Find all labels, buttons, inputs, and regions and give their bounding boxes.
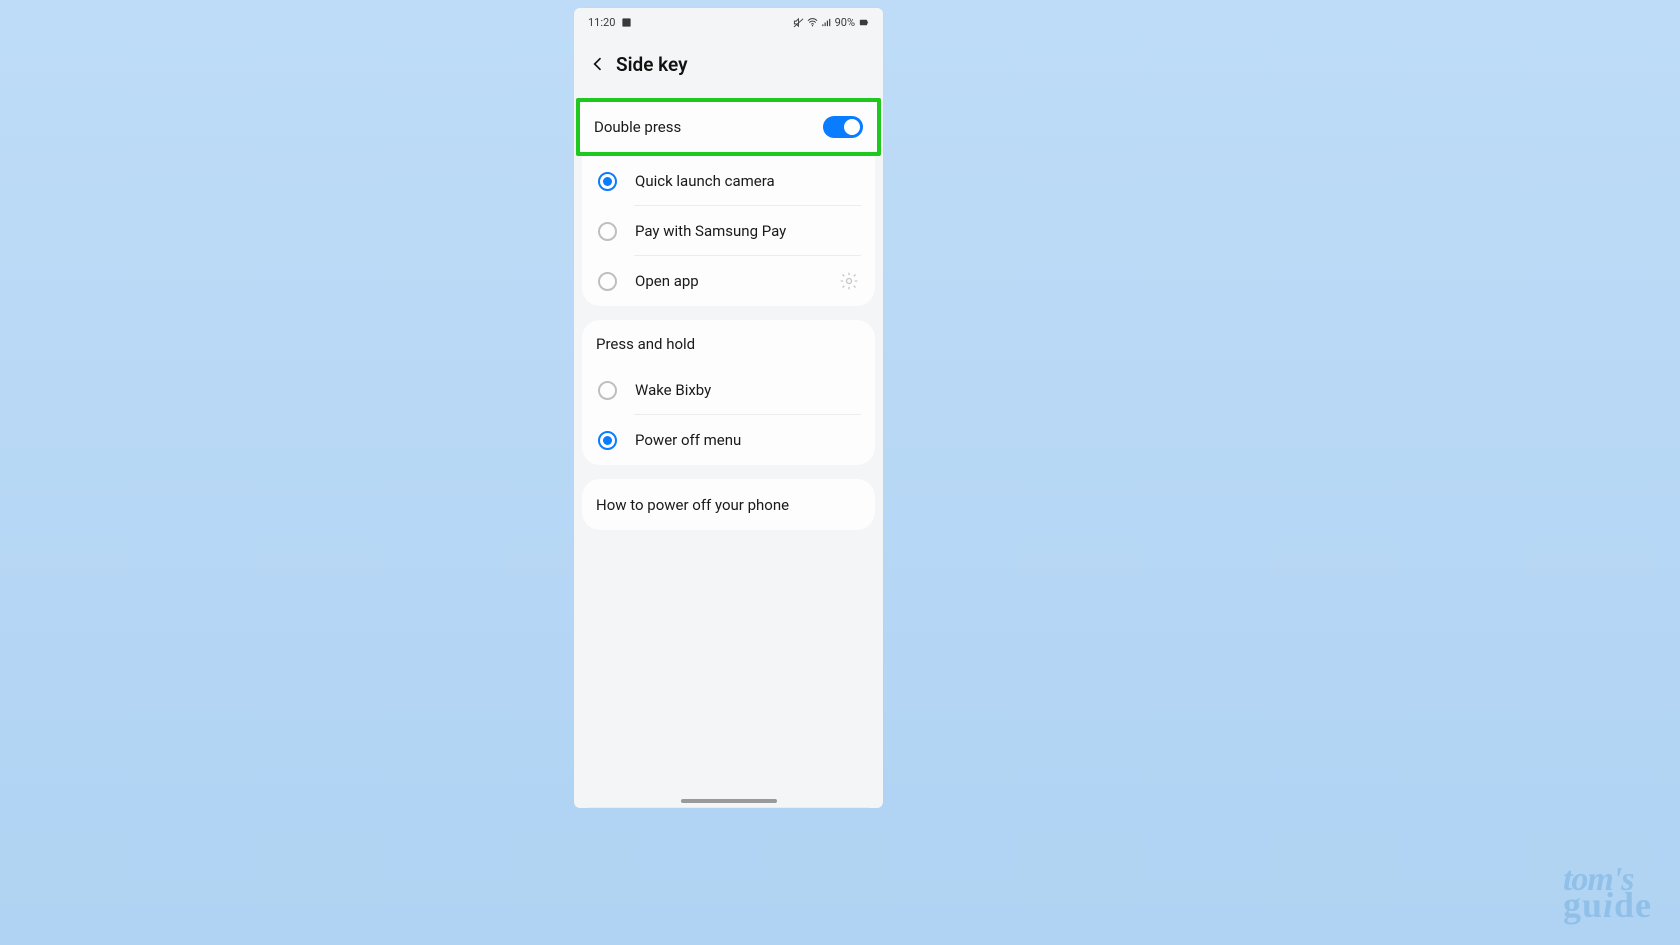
option-label: Pay with Samsung Pay [635, 222, 786, 240]
option-label: Quick launch camera [635, 172, 775, 190]
wifi-icon [807, 17, 818, 28]
radio-unselected-icon [598, 222, 617, 241]
status-bar: 11:20 90% [574, 8, 883, 36]
option-label: Power off menu [635, 431, 741, 449]
option-label: Wake Bixby [635, 381, 711, 399]
chevron-left-icon [588, 54, 608, 74]
press-hold-label: Press and hold [596, 335, 695, 353]
back-button[interactable] [582, 48, 614, 80]
press-hold-section: Press and hold Wake Bixby Power off menu [582, 320, 875, 465]
tutorial-highlight: Double press [576, 98, 881, 156]
radio-selected-icon [598, 172, 617, 191]
option-power-off-menu[interactable]: Power off menu [582, 415, 875, 465]
gear-icon [839, 271, 859, 291]
battery-icon [858, 17, 869, 28]
mute-icon [793, 17, 804, 28]
double-press-options: Quick launch camera Pay with Samsung Pay… [582, 156, 875, 306]
option-quick-launch-camera[interactable]: Quick launch camera [582, 156, 875, 206]
double-press-toggle-row[interactable]: Double press [580, 102, 877, 152]
radio-unselected-icon [598, 381, 617, 400]
double-press-toggle[interactable] [823, 116, 863, 138]
signal-icon [821, 17, 832, 28]
option-open-app[interactable]: Open app [582, 256, 875, 306]
page-title: Side key [616, 53, 688, 76]
radio-selected-icon [598, 431, 617, 450]
double-press-label: Double press [594, 118, 681, 136]
option-samsung-pay[interactable]: Pay with Samsung Pay [582, 206, 875, 256]
footer-label: How to power off your phone [596, 496, 789, 514]
screenshot-icon [621, 17, 632, 28]
home-indicator[interactable] [681, 799, 777, 803]
radio-unselected-icon [598, 272, 617, 291]
phone-screen: 11:20 90% Side key Double press Quick la… [574, 8, 883, 808]
status-time: 11:20 [588, 16, 615, 29]
how-to-power-off-link[interactable]: How to power off your phone [582, 479, 875, 530]
watermark-logo: tom's guide [1563, 866, 1652, 921]
watermark-line2: guide [1563, 890, 1652, 921]
option-label: Open app [635, 272, 699, 290]
press-hold-header: Press and hold [582, 320, 875, 365]
battery-text: 90% [835, 16, 855, 29]
open-app-settings-button[interactable] [839, 271, 859, 291]
option-wake-bixby[interactable]: Wake Bixby [582, 365, 875, 415]
header: Side key [574, 36, 883, 92]
